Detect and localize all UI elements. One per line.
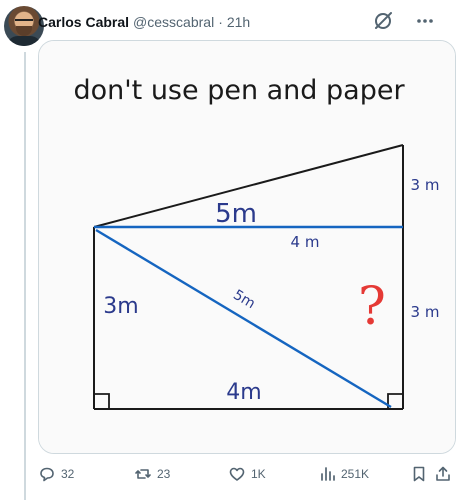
- avatar-beard: [16, 26, 32, 36]
- share-button[interactable]: [434, 459, 457, 489]
- timestamp[interactable]: 21h: [227, 14, 250, 30]
- label-bottom: 4m: [226, 380, 261, 405]
- more-icon[interactable]: [412, 8, 438, 34]
- label-right-lower: 3 m: [411, 303, 440, 321]
- views-count: 251K: [341, 467, 370, 481]
- author-name[interactable]: Carlos Cabral: [38, 14, 129, 30]
- like-button[interactable]: 1K: [228, 459, 266, 489]
- repost-icon: [135, 469, 151, 479]
- heart-icon: [229, 467, 245, 481]
- bookmark-button[interactable]: [410, 459, 433, 489]
- tweet-image[interactable]: don't use pen and paper 5m 3 m 4 m ? 3m …: [38, 40, 456, 454]
- reply-icon: [40, 467, 54, 482]
- math-puzzle-drawing: don't use pen and paper 5m 3 m 4 m ? 3m …: [39, 41, 455, 453]
- label-left-side: 3m: [103, 294, 138, 319]
- share-icon: [436, 466, 450, 481]
- thread-line: [24, 52, 26, 500]
- avatar-glasses: [15, 19, 33, 25]
- author-handle[interactable]: @cesscabral: [133, 14, 214, 30]
- label-mid-horizontal: 4 m: [291, 233, 320, 251]
- repost-count: 23: [157, 467, 171, 481]
- grok-icon[interactable]: [370, 8, 396, 34]
- label-right-upper: 3 m: [411, 176, 440, 194]
- views-button[interactable]: 251K: [318, 459, 369, 489]
- avatar-shirt: [6, 36, 42, 46]
- label-question-mark: ?: [358, 277, 386, 337]
- reply-button[interactable]: 32: [38, 459, 74, 489]
- bookmark-icon: [413, 466, 425, 482]
- separator-dot: ·: [218, 14, 223, 30]
- image-title: don't use pen and paper: [73, 75, 405, 106]
- action-bar: 32 23 1K 251K: [38, 459, 454, 489]
- label-top-diagonal: 5m: [215, 199, 257, 229]
- like-count: 1K: [251, 467, 266, 481]
- repost-button[interactable]: 23: [134, 459, 170, 489]
- views-icon: [321, 467, 335, 481]
- reply-count: 32: [61, 467, 75, 481]
